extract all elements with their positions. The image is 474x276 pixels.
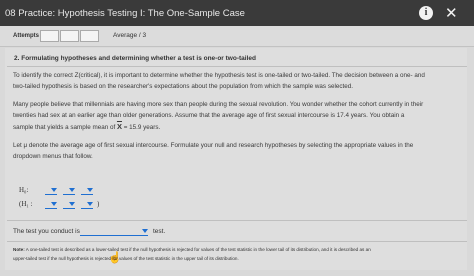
h0-parameter-dropdown[interactable] — [45, 188, 57, 195]
attempts-bar: Attempts Average / 3 — [0, 26, 474, 47]
scenario-paragraph: Many people believe that millennials are… — [13, 99, 463, 133]
note-text-2: upper-tailed test if the null hypothesis… — [13, 256, 239, 261]
divider — [7, 66, 467, 67]
chevron-down-icon — [69, 188, 75, 192]
h0-operator-dropdown[interactable] — [63, 188, 75, 195]
attempt-box — [60, 30, 79, 42]
test-type-prefix: The test you conduct is — [13, 228, 80, 235]
chevron-down-icon — [87, 188, 93, 192]
section-title: 2. Formulating hypotheses and determinin… — [14, 55, 256, 62]
h1-label: (H₁ : — [19, 200, 33, 208]
h1-operator-dropdown[interactable] — [63, 202, 75, 209]
divider — [7, 220, 467, 221]
info-icon[interactable]: i — [419, 6, 433, 20]
divider — [7, 241, 467, 242]
h1-close-paren: ) — [97, 200, 100, 208]
scenario-line-3: sample that yields a sample mean of X = … — [13, 121, 463, 133]
close-icon[interactable]: ✕ — [445, 4, 458, 22]
x-bar-symbol: X — [116, 122, 122, 131]
question-panel: 2. Formulating hypotheses and determinin… — [5, 48, 467, 270]
chevron-down-icon — [142, 229, 148, 233]
instruction-paragraph: Let μ denote the average age of first se… — [13, 140, 463, 162]
h1-parameter-dropdown[interactable] — [45, 202, 57, 209]
header-bar: 08 Practice: Hypothesis Testing I: The O… — [0, 0, 474, 26]
sample-mean-text: sample that yields a sample mean of — [13, 124, 116, 131]
h0-value-dropdown[interactable] — [81, 188, 93, 195]
page-title: 08 Practice: Hypothesis Testing I: The O… — [5, 8, 245, 19]
chevron-down-icon — [51, 202, 57, 206]
attempt-box — [40, 30, 59, 42]
chevron-down-icon — [51, 188, 57, 192]
attempt-boxes — [40, 30, 100, 42]
test-type-dropdown[interactable] — [80, 229, 148, 236]
chevron-down-icon — [69, 202, 75, 206]
intro-line-1: To identify the correct Z(critical), it … — [13, 72, 425, 79]
note-block: Note: A one-tailed test is described as … — [13, 245, 469, 263]
test-type-suffix: test. — [153, 228, 166, 235]
note-label: Note: — [13, 247, 25, 252]
note-text-1: A one-tailed test is described as a lowe… — [25, 247, 371, 252]
attempts-label: Attempts — [13, 33, 40, 39]
intro-paragraph: To identify the correct Z(critical), it … — [13, 70, 463, 92]
instruction-line-2: dropdown menus that follow. — [13, 153, 93, 160]
average-label: Average / 3 — [113, 32, 147, 39]
chevron-down-icon — [87, 202, 93, 206]
scenario-line-2: twenties had sex at an earlier age than … — [13, 112, 405, 119]
note-line-1: Note: A one-tailed test is described as … — [13, 245, 469, 254]
instruction-line-1: Let μ denote the average age of first se… — [13, 142, 414, 149]
sample-mean-value: = 15.9 years. — [123, 124, 161, 131]
test-type-row: The test you conduct is — [13, 228, 80, 235]
h1-value-dropdown[interactable] — [81, 202, 93, 209]
intro-line-2: two-tailed hypothesis is based on the re… — [13, 83, 354, 90]
scenario-line-1: Many people believe that millennials are… — [13, 101, 424, 108]
h0-label: H₀: — [19, 186, 29, 194]
attempt-box — [80, 30, 99, 42]
